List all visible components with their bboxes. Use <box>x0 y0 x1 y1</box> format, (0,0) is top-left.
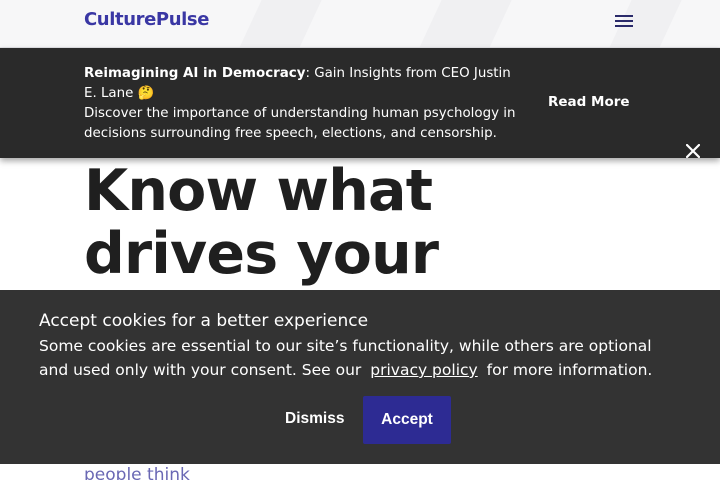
dismiss-button[interactable]: Dismiss <box>285 410 344 428</box>
close-icon[interactable] <box>683 141 703 161</box>
announcement-body: Discover the importance of understanding… <box>84 106 516 141</box>
announcement-headline[interactable]: Reimagining AI in Democracy <box>84 66 305 81</box>
hero-heading-line: drives your <box>84 221 439 287</box>
decorative-streak <box>233 0 327 47</box>
announcement-text: Reimagining AI in Democracy: Gain Insigh… <box>84 64 524 144</box>
accept-button[interactable]: Accept <box>363 396 451 444</box>
cookie-title: Accept cookies for a better experience <box>39 311 369 331</box>
cookie-body-text-end: for more information. <box>486 361 653 379</box>
hero-heading-line: Know what <box>84 158 433 224</box>
cookie-body: Some cookies are essential to our site’s… <box>39 334 679 382</box>
read-more-link[interactable]: Read More <box>548 94 630 110</box>
hamburger-menu-icon[interactable] <box>606 8 642 34</box>
top-navigation: CulturePulse <box>0 0 720 48</box>
decorative-streak <box>413 0 517 47</box>
hero-subtitle: people think <box>84 465 190 480</box>
thinking-emoji-icon: 🤔 <box>137 86 155 101</box>
privacy-policy-link[interactable]: privacy policy <box>366 361 481 379</box>
cookie-consent-banner: Accept cookies for a better experience S… <box>0 290 720 464</box>
site-logo[interactable]: CulturePulse <box>84 9 209 30</box>
hero-heading: Know what drives your <box>84 158 439 287</box>
announcement-banner: Reimagining AI in Democracy: Gain Insigh… <box>0 48 720 158</box>
